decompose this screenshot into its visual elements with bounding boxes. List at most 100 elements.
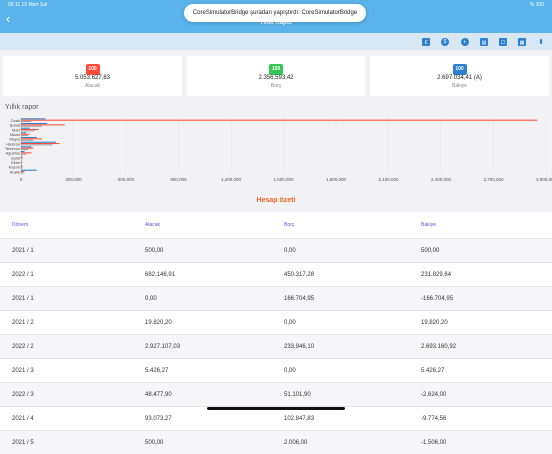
table-row[interactable]: 2021 / 2 19.820,20 0,00 19.820,20 bbox=[0, 310, 552, 334]
header-borc[interactable]: Borç bbox=[284, 212, 294, 238]
chart-bar bbox=[21, 129, 39, 131]
chart-bar bbox=[21, 167, 23, 169]
x-tick-label: 3,000,000 bbox=[536, 177, 552, 182]
chart-bar bbox=[21, 138, 42, 140]
chart-bar bbox=[21, 146, 32, 148]
cell-donem: 2021 / 5 bbox=[12, 439, 34, 446]
borc-value: 2.356.593,42 bbox=[258, 75, 294, 81]
chart-bar bbox=[21, 127, 30, 129]
borc-label: Borç bbox=[270, 83, 282, 89]
grid-view-icon[interactable]: ▦ bbox=[518, 38, 526, 46]
alacak-label: Alacak bbox=[84, 83, 100, 89]
borc-badge-icon: 100 bbox=[269, 64, 283, 75]
table-row[interactable]: 2022 / 3 48.477,90 51.101,90 -2.624,00 bbox=[0, 382, 552, 406]
cell-bakiye: -166.704,95 bbox=[421, 295, 454, 302]
home-indicator[interactable] bbox=[207, 407, 345, 410]
chart-bar bbox=[21, 149, 28, 151]
cell-alacak: 2.927.107,03 bbox=[145, 343, 181, 350]
section-title: Hesap özeti bbox=[256, 197, 296, 204]
toolbar: € $ ◐ ▤ ☐ ▦ ▮ bbox=[0, 33, 552, 50]
cell-alacak: 19.820,20 bbox=[145, 319, 172, 326]
cell-borc: 166.704,95 bbox=[284, 295, 315, 302]
cell-alacak: 500,00 bbox=[145, 247, 164, 254]
chart-bar bbox=[21, 139, 34, 141]
chart-bar bbox=[21, 157, 23, 159]
summary-card-borc: 100 2.356.593,42 Borç bbox=[187, 56, 365, 96]
cell-bakiye: 231.829,64 bbox=[421, 271, 452, 278]
calendar-icon[interactable]: ▤ bbox=[480, 38, 488, 46]
chart-bar bbox=[21, 155, 22, 157]
header-donem[interactable]: Dönem bbox=[12, 212, 28, 238]
cell-borc: 450.317,28 bbox=[284, 271, 315, 278]
header-alacak[interactable]: Alacak bbox=[145, 212, 160, 238]
chart-bar bbox=[21, 118, 46, 120]
status-time: 05:11 15 Mart Sal bbox=[8, 2, 48, 8]
chart-bar bbox=[21, 132, 27, 134]
x-tick-label: 1,800,000 bbox=[326, 177, 347, 182]
table-row[interactable]: 2022 / 2 2.927.107,03 233.946,10 2.693.1… bbox=[0, 334, 552, 358]
cell-bakiye: 19.820,20 bbox=[421, 319, 448, 326]
cell-bakiye: -2.624,00 bbox=[421, 391, 447, 398]
chart-bar bbox=[21, 144, 53, 146]
cell-bakiye: -9.774,56 bbox=[421, 415, 447, 422]
x-tick-label: 1,200,000 bbox=[221, 177, 242, 182]
table-row[interactable]: 2021 / 5 500,00 2.006,00 -1.506,00 bbox=[0, 430, 552, 454]
cell-borc: 2.006,00 bbox=[284, 439, 308, 446]
cell-bakiye: -1.506,00 bbox=[421, 439, 447, 446]
summary-table: Dönem Alacak Borç Bakiye 2021 / 1 500,00… bbox=[0, 212, 552, 454]
currency-icon[interactable]: $ bbox=[441, 38, 449, 46]
cell-donem: 2021 / 1 bbox=[12, 295, 34, 302]
cell-alacak: 682.146,91 bbox=[145, 271, 176, 278]
x-tick-label: 2,100,000 bbox=[378, 177, 399, 182]
alacak-badge-icon: 100 bbox=[85, 64, 100, 75]
cell-borc: 0,00 bbox=[284, 247, 296, 254]
bakiye-badge-icon: 100 bbox=[452, 64, 467, 75]
chart-bar bbox=[21, 123, 48, 125]
cell-donem: 2021 / 3 bbox=[12, 367, 34, 374]
chart-bar bbox=[21, 135, 28, 137]
chart-bar bbox=[21, 169, 37, 171]
table-row[interactable]: 2021 / 1 500,00 0,00 500,00 bbox=[0, 238, 552, 262]
x-tick-label: 300,000 bbox=[65, 177, 82, 182]
chart-bar bbox=[21, 153, 27, 155]
cell-donem: 2021 / 4 bbox=[12, 415, 34, 422]
x-tick-label: 2,700,000 bbox=[483, 177, 504, 182]
cell-donem: 2021 / 1 bbox=[12, 247, 34, 254]
chart-bar bbox=[21, 141, 56, 143]
chart-bar bbox=[21, 158, 23, 160]
table-row[interactable]: 2022 / 1 682.146,91 450.317,28 231.829,6… bbox=[0, 262, 552, 286]
table-header: Dönem Alacak Borç Bakiye bbox=[0, 212, 552, 238]
x-tick-label: 0 bbox=[20, 177, 23, 182]
summary-card-alacak: 100 5.053.627,83 Alacak bbox=[3, 56, 182, 96]
cell-donem: 2022 / 1 bbox=[12, 271, 34, 278]
table-row[interactable]: 2021 / 3 5.426,27 0,00 5.426,27 bbox=[0, 358, 552, 382]
header-bakiye[interactable]: Bakiye bbox=[421, 212, 436, 238]
chart-bar bbox=[21, 133, 30, 135]
x-tick-label: 600,000 bbox=[118, 177, 135, 182]
chart-bar bbox=[21, 171, 25, 173]
chart-bar bbox=[21, 152, 32, 154]
chart-bar bbox=[21, 125, 42, 127]
chart-bar bbox=[21, 163, 22, 165]
pdf-export-icon[interactable]: € bbox=[422, 38, 430, 46]
cell-alacak: 93.073,27 bbox=[145, 415, 172, 422]
chart-bar bbox=[21, 137, 37, 139]
table-row[interactable]: 2021 / 1 0,00 166.704,95 -166.704,95 bbox=[0, 286, 552, 310]
chart-bar bbox=[21, 147, 34, 149]
chart-icon[interactable]: ▮ bbox=[537, 38, 545, 46]
table-view-icon[interactable]: ☐ bbox=[499, 38, 507, 46]
chart-bar bbox=[21, 130, 35, 132]
share-icon[interactable]: ◐ bbox=[461, 38, 469, 46]
x-tick-label: 2,400,000 bbox=[431, 177, 452, 182]
status-battery: % 100 bbox=[529, 2, 544, 8]
chart-bar bbox=[21, 165, 23, 167]
chart-bar bbox=[21, 124, 65, 126]
cell-bakiye: 500,00 bbox=[421, 247, 440, 254]
cell-alacak: 0,00 bbox=[145, 295, 157, 302]
cell-borc: 0,00 bbox=[284, 367, 296, 374]
cell-alacak: 48.477,90 bbox=[145, 391, 172, 398]
cell-alacak: 500,00 bbox=[145, 439, 164, 446]
cell-borc: 102.847,83 bbox=[284, 415, 315, 422]
cell-borc: 51.101,90 bbox=[284, 391, 311, 398]
x-tick-label: 1,500,000 bbox=[273, 177, 294, 182]
